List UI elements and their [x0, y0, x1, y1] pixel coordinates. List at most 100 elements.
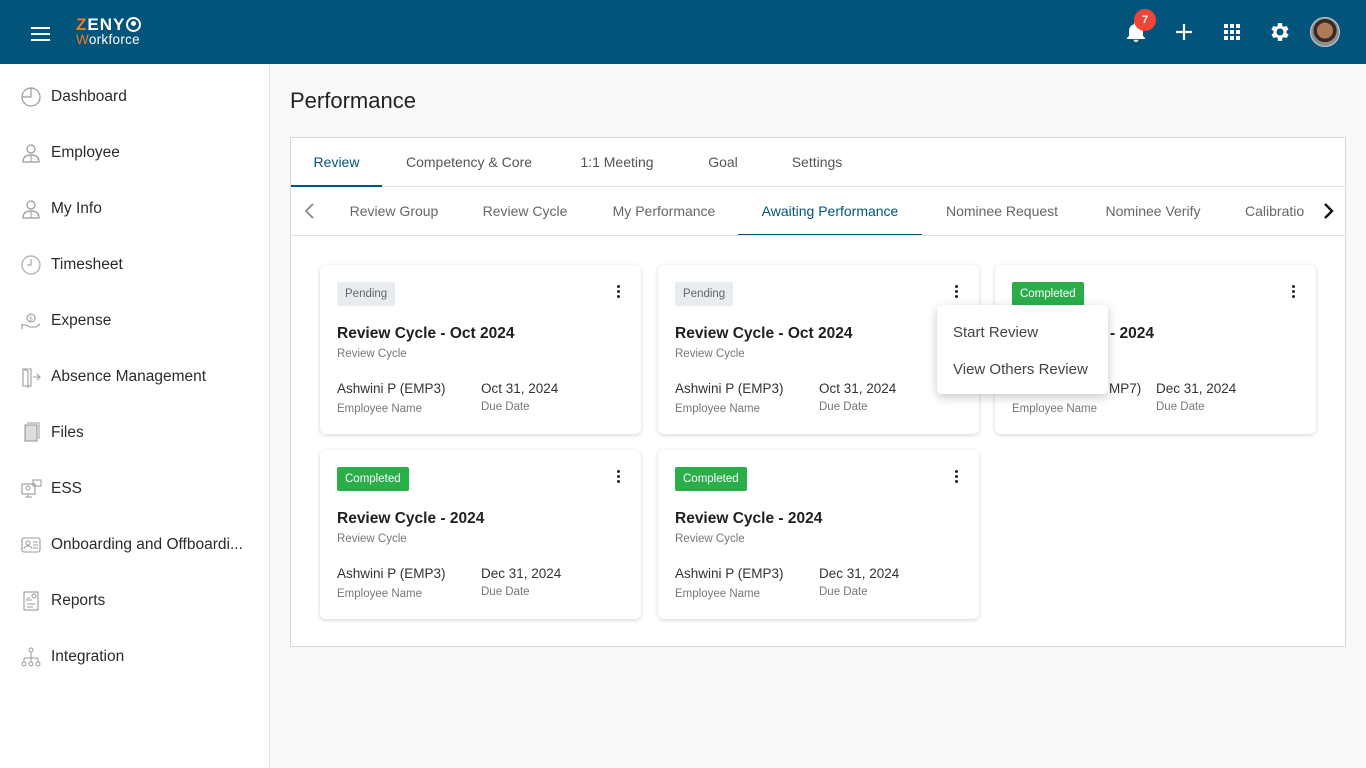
- tab-competency-core[interactable]: Competency & Core: [394, 138, 544, 187]
- due-date-label: Due Date: [819, 401, 868, 413]
- card-title: Review Cycle - Oct 2024: [337, 325, 515, 342]
- review-card[interactable]: Pending Review Cycle - Oct 2024 Review C…: [320, 265, 641, 434]
- plus-icon[interactable]: [1172, 20, 1196, 44]
- tab-settings[interactable]: Settings: [775, 138, 859, 187]
- tab-calibration[interactable]: Calibratio: [1245, 187, 1315, 235]
- card-subtitle: Review Cycle: [337, 533, 407, 545]
- review-card[interactable]: Completed Review Cycle - 2024 Review Cyc…: [320, 450, 641, 619]
- sidebar-item-reports[interactable]: Reports: [20, 585, 260, 617]
- door-exit-icon: [22, 368, 41, 388]
- status-badge: Completed: [1012, 282, 1084, 306]
- app-logo[interactable]: Z ENY Workforce: [76, 15, 142, 47]
- card-title: - 2024: [1110, 325, 1154, 342]
- chevron-left-icon[interactable]: [300, 201, 320, 221]
- sidebar-item-label: Integration: [51, 648, 125, 665]
- card-subtitle: Review Cycle: [675, 348, 745, 360]
- tab-one-on-one-meeting[interactable]: 1:1 Meeting: [563, 138, 671, 187]
- logo-text: ENY: [87, 15, 126, 34]
- report-icon: [23, 591, 39, 611]
- card-title: Review Cycle - 2024: [337, 510, 485, 527]
- tab-nominee-verify[interactable]: Nominee Verify: [1091, 187, 1215, 235]
- top-bar: Z ENY Workforce 7: [0, 0, 1366, 64]
- sidebar-item-label: Timesheet: [51, 256, 123, 273]
- tab-review-group[interactable]: Review Group: [333, 187, 455, 235]
- menu-icon[interactable]: [31, 27, 50, 41]
- logo-accent-letter: W: [76, 32, 89, 47]
- svg-text:$: $: [29, 316, 33, 323]
- sidebar-item-timesheet[interactable]: Timesheet: [20, 249, 260, 281]
- sidebar-item-employee[interactable]: Employee: [20, 137, 260, 169]
- employee-name: Ashwini P (EMP3): [675, 381, 784, 396]
- sidebar-item-label: Dashboard: [51, 88, 127, 105]
- sidebar-item-files[interactable]: Files: [20, 417, 260, 449]
- more-options-icon[interactable]: [612, 470, 624, 488]
- review-card[interactable]: Completed Review Cycle - 2024 Review Cyc…: [658, 450, 979, 619]
- page-title: Performance: [290, 88, 416, 113]
- employee-name-label: Employee Name: [1012, 403, 1098, 415]
- status-badge: Completed: [337, 467, 409, 491]
- more-options-icon[interactable]: [1287, 285, 1299, 303]
- card-context-menu: Start Review View Others Review: [937, 305, 1108, 394]
- files-icon: [24, 422, 40, 442]
- employee-name: Ashwini P (EMP3): [675, 566, 784, 581]
- due-date: Dec 31, 2024: [1156, 381, 1237, 396]
- card-subtitle: Review Cycle: [337, 348, 407, 360]
- due-date: Oct 31, 2024: [819, 381, 897, 396]
- employee-icon: [22, 144, 40, 163]
- sidebar-item-label: Files: [51, 424, 84, 441]
- sidebar-item-expense[interactable]: $ Expense: [20, 305, 260, 337]
- due-date: Dec 31, 2024: [481, 566, 562, 581]
- employee-name-label: Employee Name: [337, 588, 423, 600]
- due-date: Oct 31, 2024: [481, 381, 559, 396]
- sidebar-item-label: Onboarding and Offboardi...: [51, 536, 243, 553]
- ess-monitor-chat-icon: [21, 479, 42, 498]
- chevron-right-icon[interactable]: [1318, 201, 1338, 221]
- card-title: Review Cycle - Oct 2024: [675, 325, 853, 342]
- status-badge: Completed: [675, 467, 747, 491]
- tab-review-cycle[interactable]: Review Cycle: [467, 187, 583, 235]
- sidebar-item-label: Expense: [51, 312, 112, 329]
- tab-nominee-request[interactable]: Nominee Request: [936, 187, 1068, 235]
- user-avatar[interactable]: [1310, 17, 1340, 47]
- due-date-label: Due Date: [819, 586, 868, 598]
- logo-subtext: orkforce: [88, 32, 140, 47]
- due-date: Dec 31, 2024: [819, 566, 900, 581]
- menu-item-start-review[interactable]: Start Review: [953, 324, 1038, 341]
- gear-icon[interactable]: [1268, 20, 1292, 44]
- review-card[interactable]: Pending Review Cycle - Oct 2024 Review C…: [658, 265, 979, 434]
- menu-item-view-others-review[interactable]: View Others Review: [953, 361, 1088, 378]
- clock-icon: [21, 255, 41, 275]
- sidebar-item-dashboard[interactable]: Dashboard: [20, 81, 260, 113]
- employee-name-label: Employee Name: [675, 403, 761, 415]
- sidebar-item-label: Absence Management: [51, 368, 207, 385]
- more-options-icon[interactable]: [612, 285, 624, 303]
- employee-name-label: Employee Name: [675, 588, 761, 600]
- sidebar-item-label: ESS: [51, 480, 83, 497]
- primary-tabs: Review Competency & Core 1:1 Meeting Goa…: [291, 138, 1345, 187]
- notification-badge[interactable]: 7: [1134, 9, 1156, 31]
- employee-name: MP7): [1109, 381, 1142, 396]
- tab-awaiting-performance[interactable]: Awaiting Performance: [738, 187, 922, 235]
- sidebar-item-onboarding[interactable]: Onboarding and Offboardi...: [20, 529, 260, 561]
- status-badge: Pending: [337, 282, 396, 306]
- sidebar-item-ess[interactable]: ESS: [20, 473, 260, 505]
- my-info-icon: [22, 200, 40, 219]
- employee-name-label: Employee Name: [337, 403, 423, 415]
- apps-grid-icon[interactable]: [1220, 20, 1244, 44]
- due-date-label: Due Date: [1156, 401, 1205, 413]
- more-options-icon[interactable]: [950, 470, 962, 488]
- expense-hand-coin-icon: $: [21, 313, 41, 329]
- logo-accent-letter: Z: [76, 15, 88, 34]
- logo-mark-icon: [126, 17, 142, 32]
- id-card-icon: [21, 537, 41, 553]
- tab-my-performance[interactable]: My Performance: [597, 187, 731, 235]
- tab-goal[interactable]: Goal: [691, 138, 755, 187]
- tab-review[interactable]: Review: [291, 138, 382, 187]
- employee-name: Ashwini P (EMP3): [337, 381, 446, 396]
- sidebar-item-integration[interactable]: Integration: [20, 641, 260, 673]
- more-options-icon[interactable]: [950, 285, 962, 303]
- card-title: Review Cycle - 2024: [675, 510, 823, 527]
- card-subtitle: Review Cycle: [675, 533, 745, 545]
- sidebar-item-absence-management[interactable]: Absence Management: [20, 361, 260, 393]
- sidebar-item-my-info[interactable]: My Info: [20, 193, 260, 225]
